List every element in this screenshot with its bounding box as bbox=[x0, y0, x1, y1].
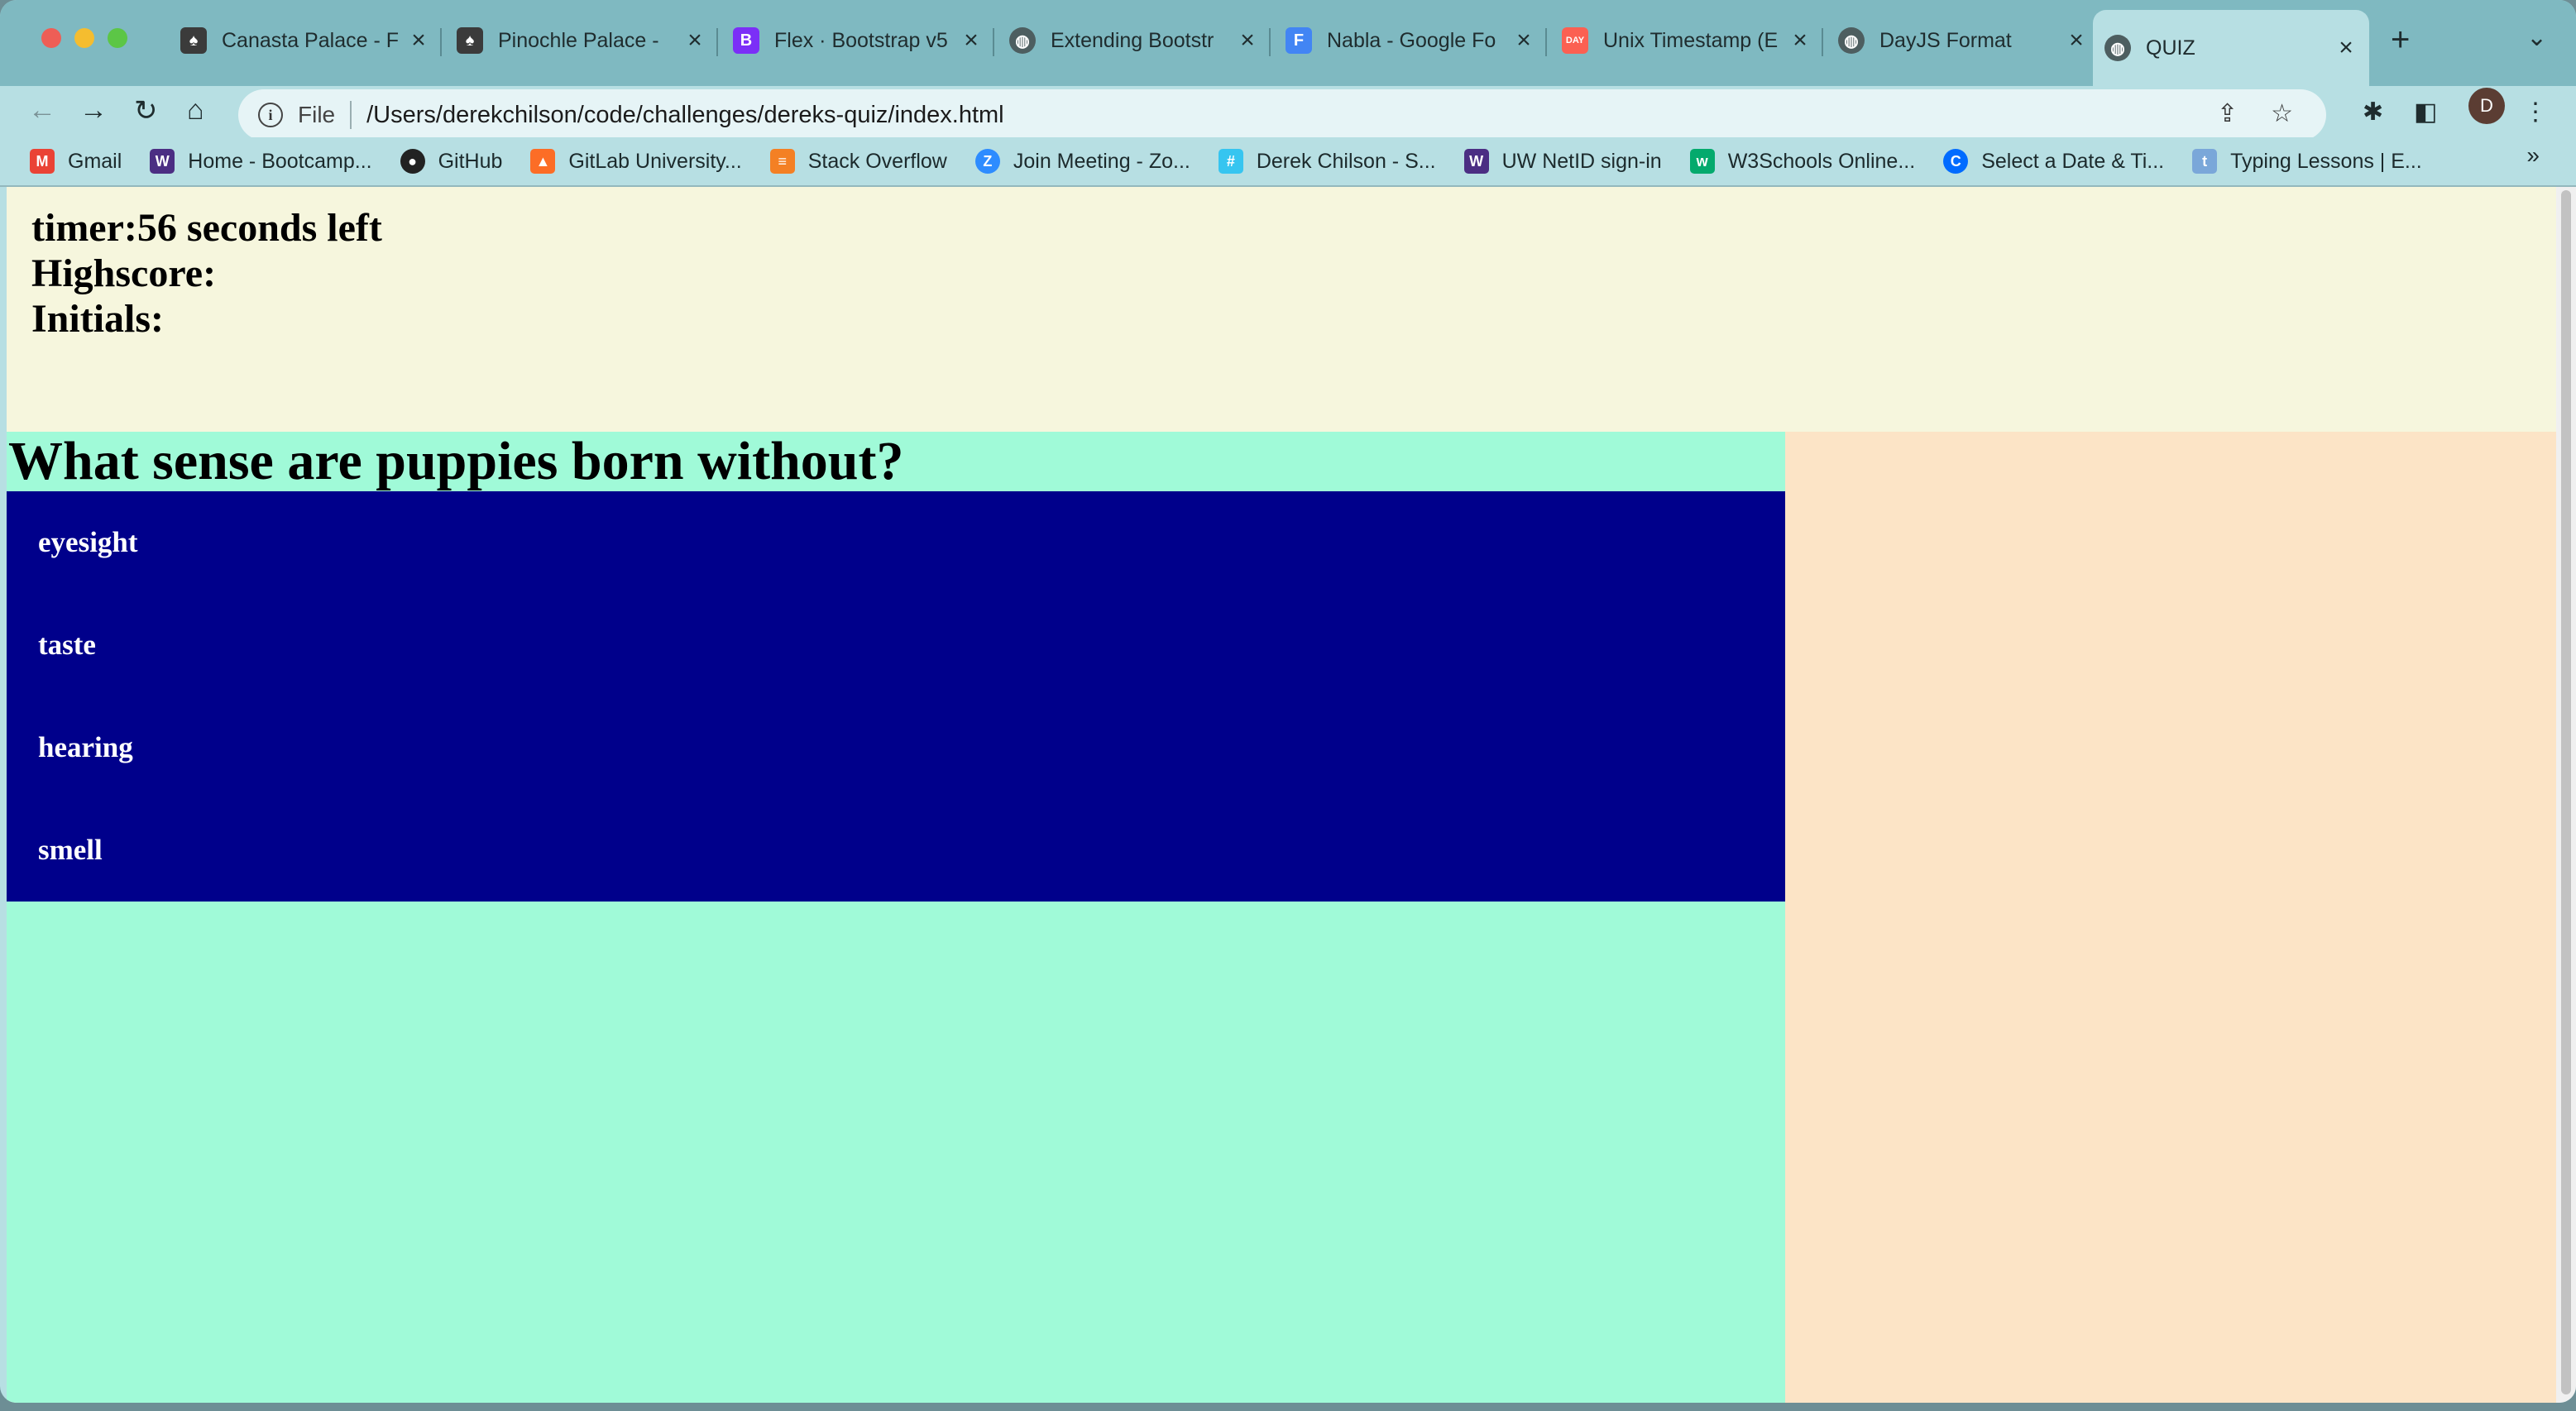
url-text[interactable]: /Users/derekchilson/code/challenges/dere… bbox=[366, 102, 1004, 129]
menu-icon[interactable]: ⋮ bbox=[2523, 98, 2548, 127]
globe-icon: ◍ bbox=[2104, 35, 2131, 61]
bookmark-gitlab[interactable]: ▲ GitLab University... bbox=[530, 149, 742, 174]
tab-strip: ♠ Canasta Palace - F × ♠ Pinochle Palace… bbox=[0, 0, 2576, 86]
github-icon: ● bbox=[400, 149, 425, 174]
tab-nabla-google-fonts[interactable]: F Nabla - Google Fo × bbox=[1274, 10, 1547, 71]
close-icon[interactable]: × bbox=[956, 26, 986, 55]
bookmark-uw-netid[interactable]: W UW NetID sign-in bbox=[1463, 149, 1662, 174]
highscore-label: Highscore: bbox=[31, 251, 217, 295]
close-icon[interactable]: × bbox=[1509, 26, 1539, 55]
forward-icon[interactable]: → bbox=[79, 94, 108, 127]
page-content: timer:56 seconds left Highscore: Initial… bbox=[7, 187, 2556, 1403]
bookmark-gmail[interactable]: M Gmail bbox=[30, 149, 122, 174]
bookmark-calendly[interactable]: C Select a Date & Ti... bbox=[1943, 149, 2164, 174]
close-icon[interactable]: × bbox=[2331, 34, 2361, 62]
bookmark-star-icon[interactable]: ☆ bbox=[2271, 99, 2293, 128]
choice-taste[interactable]: taste bbox=[38, 629, 96, 662]
home-icon[interactable]: ⌂ bbox=[187, 94, 204, 127]
tab-dayjs-format[interactable]: ◍ DayJS Format × bbox=[1827, 10, 2100, 71]
calendly-icon: C bbox=[1943, 149, 1969, 174]
w3schools-icon: w bbox=[1689, 149, 1715, 174]
bookmark-stackoverflow[interactable]: ≡ Stack Overflow bbox=[769, 149, 947, 174]
bookmark-zoom[interactable]: Z Join Meeting - Zo... bbox=[974, 149, 1190, 174]
tab-unix-timestamp[interactable]: DAY Unix Timestamp (E × bbox=[1550, 10, 1823, 71]
page-scrollbar[interactable] bbox=[2556, 187, 2576, 1403]
uw-icon: W bbox=[1463, 149, 1489, 174]
google-fonts-icon: F bbox=[1286, 27, 1312, 54]
dayjs-icon: DAY bbox=[1562, 27, 1588, 54]
close-icon[interactable]: × bbox=[404, 26, 433, 55]
timer-text: timer:56 seconds left bbox=[31, 206, 382, 250]
gmail-icon: M bbox=[30, 149, 55, 174]
side-panel-icon[interactable]: ◧ bbox=[2414, 98, 2437, 127]
tab-extending-bootstrap[interactable]: ◍ Extending Bootstr × bbox=[998, 10, 1271, 71]
uw-icon: W bbox=[150, 149, 175, 174]
close-icon[interactable]: × bbox=[680, 26, 710, 55]
tab-search-chevron-icon[interactable]: ⌄ bbox=[2526, 23, 2547, 52]
gitlab-icon: ▲ bbox=[530, 149, 556, 174]
tab-canasta[interactable]: ♠ Canasta Palace - F × bbox=[169, 10, 442, 71]
choice-hearing[interactable]: hearing bbox=[38, 731, 133, 764]
zoom-icon: Z bbox=[974, 149, 1000, 174]
new-tab-button[interactable]: + bbox=[2391, 22, 2410, 59]
tab-pinochle[interactable]: ♠ Pinochle Palace - × bbox=[445, 10, 718, 71]
card-icon: ♠ bbox=[180, 27, 207, 54]
minimize-window-button[interactable] bbox=[74, 28, 94, 48]
scrollbar-thumb[interactable] bbox=[2561, 190, 2571, 1394]
close-icon[interactable]: × bbox=[2061, 26, 2091, 55]
bookmarks-bar: M Gmail W Home - Bootcamp... ● GitHub ▲ … bbox=[0, 137, 2576, 187]
choices-list: eyesight taste hearing smell bbox=[7, 491, 1785, 902]
quiz-stats: timer:56 seconds left Highscore: Initial… bbox=[31, 205, 382, 342]
globe-icon: ◍ bbox=[1838, 27, 1865, 54]
share-icon[interactable]: ⇪ bbox=[2217, 99, 2238, 128]
maximize-window-button[interactable] bbox=[108, 28, 127, 48]
extensions-icon[interactable]: ✱ bbox=[2363, 98, 2383, 127]
sidebar-panel bbox=[1785, 432, 2556, 1403]
tab-quiz[interactable]: ◍ QUIZ × bbox=[2093, 10, 2369, 86]
bookmarks-overflow-icon[interactable]: » bbox=[2526, 142, 2540, 169]
site-info-icon[interactable]: i bbox=[258, 103, 283, 127]
question-title: What sense are puppies born without? bbox=[8, 431, 904, 491]
slack-icon: # bbox=[1218, 149, 1243, 174]
stackoverflow-icon: ≡ bbox=[769, 149, 795, 174]
profile-avatar[interactable]: D bbox=[2468, 88, 2505, 124]
close-window-button[interactable] bbox=[41, 28, 61, 48]
choice-smell[interactable]: smell bbox=[38, 834, 103, 867]
bookmark-typing[interactable]: t Typing Lessons | E... bbox=[2192, 149, 2422, 174]
card-icon: ♠ bbox=[457, 27, 483, 54]
choice-eyesight[interactable]: eyesight bbox=[38, 526, 138, 559]
browser-window: ♠ Canasta Palace - F × ♠ Pinochle Palace… bbox=[0, 0, 2576, 1403]
url-scheme: File bbox=[298, 102, 336, 127]
close-icon[interactable]: × bbox=[1785, 26, 1815, 55]
globe-icon: ◍ bbox=[1009, 27, 1036, 54]
tab-bootstrap-flex[interactable]: B Flex · Bootstrap v5 × bbox=[721, 10, 994, 71]
close-icon[interactable]: × bbox=[1233, 26, 1262, 55]
address-bar[interactable]: i File /Users/derekchilson/code/challeng… bbox=[238, 89, 2326, 141]
back-icon[interactable]: ← bbox=[28, 94, 56, 127]
reload-icon[interactable]: ↻ bbox=[134, 94, 158, 127]
quiz-area: What sense are puppies born without? eye… bbox=[7, 432, 1785, 1403]
bookmark-w3schools[interactable]: w W3Schools Online... bbox=[1689, 149, 1915, 174]
bookmark-slack[interactable]: # Derek Chilson - S... bbox=[1218, 149, 1436, 174]
bookmark-github[interactable]: ● GitHub bbox=[400, 149, 502, 174]
typing-icon: t bbox=[2192, 149, 2218, 174]
bookmark-bootcamp[interactable]: W Home - Bootcamp... bbox=[150, 149, 372, 174]
bootstrap-icon: B bbox=[733, 27, 759, 54]
initials-label: Initials: bbox=[31, 297, 165, 341]
